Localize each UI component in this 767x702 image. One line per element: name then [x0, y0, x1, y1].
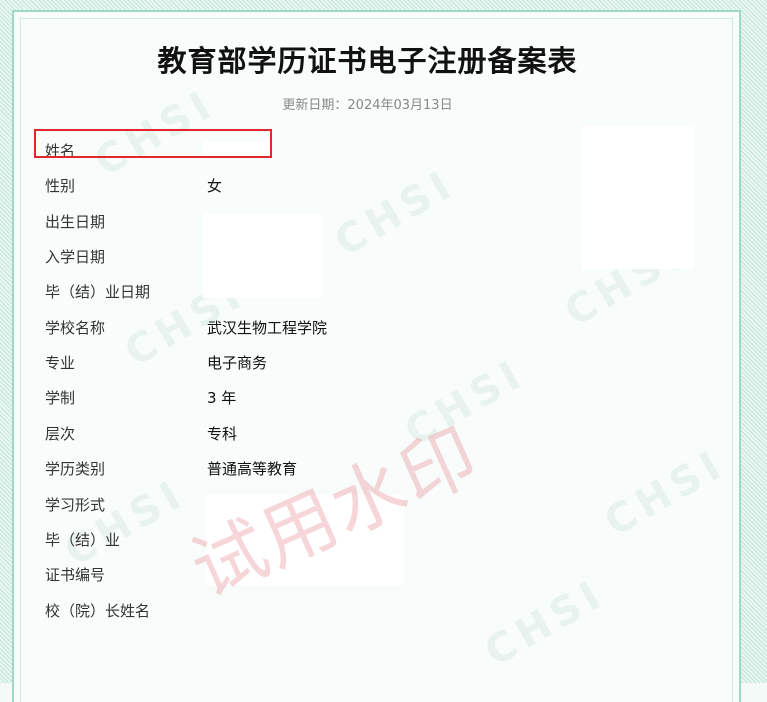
field-value-major: 电子商务 [207, 354, 268, 372]
field-label-education-type: 学历类别 [45, 460, 106, 478]
field-value-level: 专科 [207, 425, 238, 443]
field-label-graduation: 毕（结）业 [45, 531, 121, 549]
field-label-president-name: 校（院）长姓名 [45, 602, 151, 620]
update-date: 更新日期：2024年03月13日 [282, 98, 453, 113]
field-label-duration: 学制 [45, 389, 76, 407]
field-label-level: 层次 [45, 425, 76, 443]
document-title: 教育部学历证书电子注册备案表 [157, 44, 578, 78]
certificate-sheet [12, 10, 741, 702]
field-value-duration: 3 年 [207, 389, 237, 407]
field-value-school-name: 武汉生物工程学院 [207, 319, 328, 337]
photo-redaction [582, 125, 694, 269]
field-label-graduation-date: 毕（结）业日期 [45, 283, 151, 301]
field-value-gender: 女 [207, 177, 223, 195]
field-label-study-form: 学习形式 [45, 496, 106, 514]
name-highlight-box [34, 129, 272, 158]
field-label-school-name: 学校名称 [45, 319, 106, 337]
field-label-certificate-number: 证书编号 [45, 566, 106, 584]
field-label-gender: 性别 [45, 177, 76, 195]
field-label-enroll-date: 入学日期 [45, 248, 106, 266]
redaction-mask-dates [203, 213, 322, 298]
field-label-birth-date: 出生日期 [45, 213, 106, 231]
field-label-major: 专业 [45, 354, 76, 372]
